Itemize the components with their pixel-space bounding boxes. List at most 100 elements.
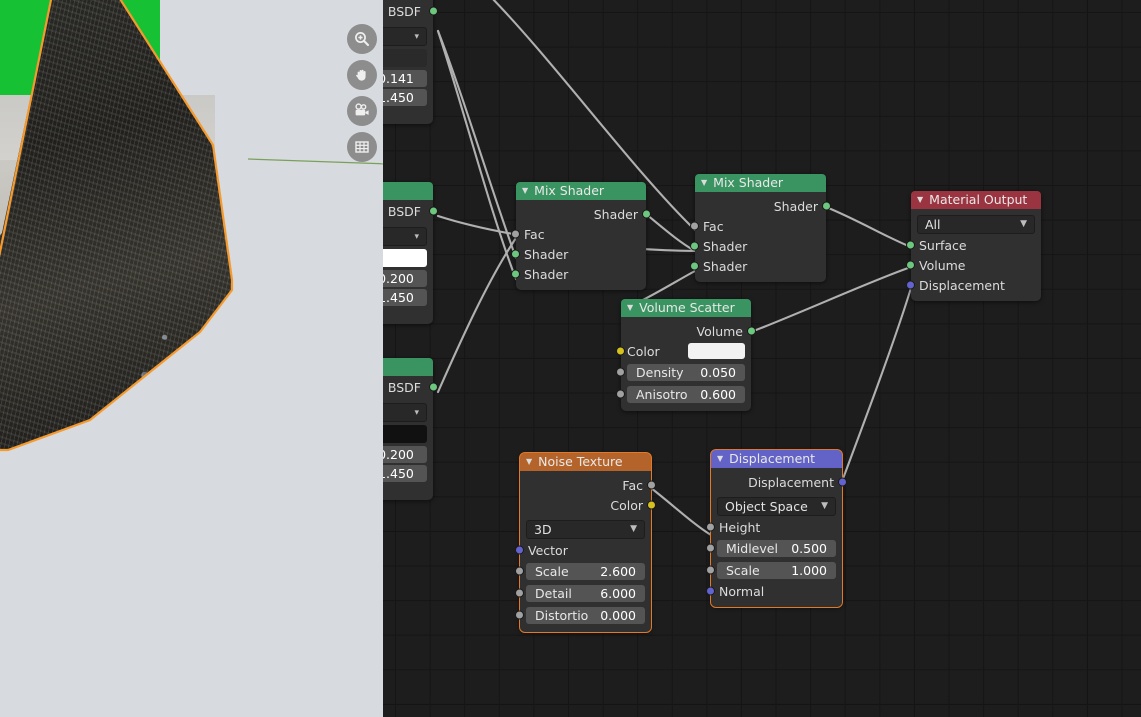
node-title: Mix Shader — [713, 175, 784, 190]
socket-fac-in[interactable] — [511, 229, 520, 239]
collapse-triangle-icon[interactable]: ▼ — [522, 187, 528, 195]
node-noise-texture[interactable]: ▼ Noise Texture Fac Color 3D ▼ Vector Sc… — [515, 452, 656, 633]
socket-distortion-in[interactable] — [515, 610, 524, 620]
socket-color-in[interactable] — [616, 346, 625, 356]
input-row-shader-2: Shader — [690, 256, 826, 276]
node-material-output[interactable]: ▼ Material Output All ▼ Surface Volume D… — [906, 191, 1041, 301]
bsdf-ior-field[interactable]: 1.450 — [383, 89, 427, 106]
bsdf-color-swatch[interactable] — [383, 249, 427, 267]
color-swatch[interactable] — [688, 343, 745, 359]
socket-bsdf-out[interactable] — [429, 206, 438, 216]
node-body: All ▼ Surface Volume Displacement — [906, 209, 1041, 301]
node-mix-shader-2[interactable]: ▼ Mix Shader Shader Fac Shader Shader — [690, 174, 831, 282]
socket-normal-in[interactable] — [706, 586, 715, 596]
detail-field[interactable]: Detail 6.000 — [526, 584, 645, 602]
bsdf-distribution-dropdown[interactable]: ▾ — [383, 403, 427, 422]
hand-icon[interactable] — [347, 60, 377, 90]
bsdf-distribution-dropdown[interactable]: ▾ — [383, 27, 427, 46]
output-label: Color — [610, 497, 643, 513]
socket-shader-in-2[interactable] — [511, 269, 520, 279]
output-row-shader: Shader — [516, 204, 651, 224]
shader-node-editor[interactable]: BSDF ▾ 0.141 1.450 BSDF ▾ 0.200 — [383, 0, 1141, 717]
camera-icon[interactable] — [347, 96, 377, 126]
socket-fac-in[interactable] — [690, 221, 699, 231]
socket-density-in[interactable] — [616, 367, 625, 377]
socket-color-out[interactable] — [647, 500, 656, 510]
node-header[interactable]: ▼ Noise Texture — [520, 453, 651, 471]
node-header[interactable]: ▼ Mix Shader — [695, 174, 826, 192]
bsdf-roughness-field[interactable]: 0.141 — [383, 70, 427, 87]
socket-shader-in-2[interactable] — [690, 261, 699, 271]
socket-volume-in[interactable] — [906, 260, 915, 270]
bsdf-output-row: BSDF — [383, 376, 438, 398]
collapse-triangle-icon[interactable]: ▼ — [701, 179, 707, 187]
dimension-value: 3D — [534, 521, 552, 537]
node-displacement[interactable]: ▼ Displacement Displacement Object Space… — [706, 449, 847, 608]
field-label: Scale — [726, 562, 760, 578]
space-dropdown[interactable]: Object Space ▼ — [717, 496, 836, 516]
output-row-color: Color — [520, 495, 656, 515]
node-header[interactable]: ▼ Material Output — [911, 191, 1041, 209]
target-dropdown[interactable]: All ▼ — [917, 214, 1035, 234]
socket-surface-in[interactable] — [906, 240, 915, 250]
collapse-triangle-icon[interactable]: ▼ — [917, 196, 923, 204]
collapse-triangle-icon[interactable]: ▼ — [627, 304, 633, 312]
collapse-triangle-icon[interactable]: ▼ — [526, 458, 532, 466]
node-bsdf-bottom[interactable]: BSDF ▾ 0.200 1.450 — [383, 358, 438, 500]
input-label: Displacement — [919, 277, 1005, 293]
node-header — [383, 358, 433, 376]
grid-icon[interactable] — [347, 132, 377, 162]
socket-scale-in[interactable] — [515, 566, 524, 576]
socket-height-in[interactable] — [706, 522, 715, 532]
socket-shader-out[interactable] — [642, 209, 651, 219]
field-value: 1.000 — [791, 562, 827, 578]
socket-displacement-in[interactable] — [906, 280, 915, 290]
output-label: Volume — [696, 323, 744, 339]
node-header[interactable]: ▼ Mix Shader — [516, 182, 646, 200]
scale-field[interactable]: Scale 2.600 — [526, 562, 645, 580]
node-header[interactable]: ▼ Volume Scatter — [621, 299, 751, 317]
socket-shader-in-1[interactable] — [690, 241, 699, 251]
socket-detail-in[interactable] — [515, 588, 524, 598]
scale-field[interactable]: Scale 1.000 — [717, 561, 836, 579]
collapse-triangle-icon[interactable]: ▼ — [717, 455, 723, 463]
socket-scale-in[interactable] — [706, 565, 715, 575]
bsdf-distribution-dropdown[interactable]: ▾ — [383, 227, 427, 246]
node-mix-shader-1[interactable]: ▼ Mix Shader Shader Fac Shader Shader — [511, 182, 651, 290]
bsdf-roughness-value: 0.200 — [383, 271, 414, 286]
node-header — [383, 182, 433, 200]
bsdf-color-swatch[interactable] — [383, 49, 427, 67]
distortion-field[interactable]: Distortio 0.000 — [526, 606, 645, 624]
3d-viewport[interactable] — [0, 0, 383, 717]
socket-displacement-out[interactable] — [838, 477, 847, 487]
bsdf-ior-field[interactable]: 1.450 — [383, 465, 427, 482]
bsdf-color-swatch[interactable] — [383, 425, 427, 443]
node-volume-scatter[interactable]: ▼ Volume Scatter Volume Color Density 0.… — [616, 299, 756, 411]
bsdf-roughness-field[interactable]: 0.200 — [383, 446, 427, 463]
node-bsdf-top[interactable]: BSDF ▾ 0.141 1.450 — [383, 0, 438, 124]
input-row-shader-2: Shader — [511, 264, 646, 284]
zoom-icon[interactable] — [347, 24, 377, 54]
socket-volume-out[interactable] — [747, 326, 756, 336]
input-label: Shader — [524, 266, 569, 282]
bsdf-ior-field[interactable]: 1.450 — [383, 289, 427, 306]
socket-bsdf-out[interactable] — [429, 6, 438, 16]
socket-vector-in[interactable] — [515, 545, 524, 555]
input-row-density: Density 0.050 — [616, 361, 751, 383]
density-field[interactable]: Density 0.050 — [627, 363, 745, 381]
socket-shader-out[interactable] — [822, 201, 831, 211]
socket-midlevel-in[interactable] — [706, 543, 715, 553]
node-header[interactable]: ▼ Displacement — [711, 450, 842, 468]
socket-fac-out[interactable] — [647, 480, 656, 490]
socket-shader-in-1[interactable] — [511, 249, 520, 259]
chevron-down-icon: ▼ — [630, 524, 637, 534]
midlevel-field[interactable]: Midlevel 0.500 — [717, 539, 836, 557]
socket-bsdf-out[interactable] — [429, 382, 438, 392]
dimension-dropdown[interactable]: 3D ▼ — [526, 519, 645, 539]
input-label: Volume — [919, 257, 966, 273]
socket-anisotropy-in[interactable] — [616, 389, 625, 399]
output-row-fac: Fac — [520, 475, 656, 495]
anisotropy-field[interactable]: Anisotro 0.600 — [627, 385, 745, 403]
node-bsdf-mid[interactable]: BSDF ▾ 0.200 1.450 — [383, 182, 438, 324]
bsdf-roughness-field[interactable]: 0.200 — [383, 270, 427, 287]
